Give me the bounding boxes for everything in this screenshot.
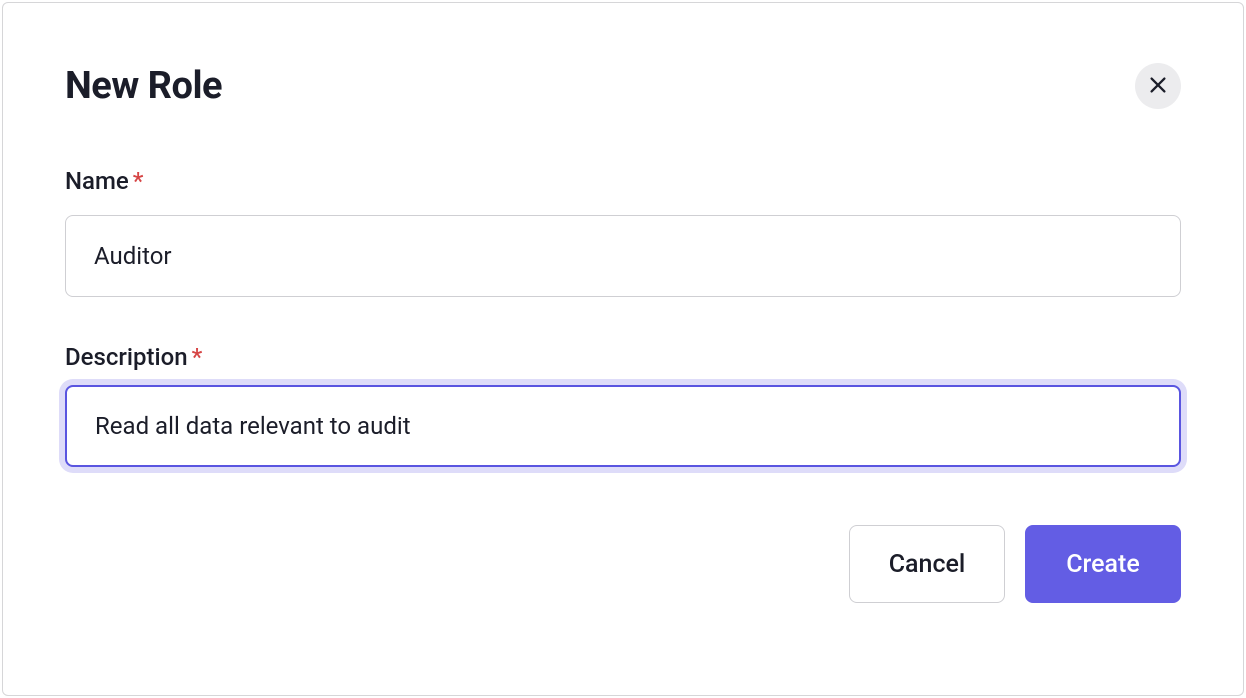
description-label-text: Description [65,343,188,371]
modal-title: New Role [65,64,222,108]
close-icon [1147,74,1169,99]
required-indicator: * [133,167,144,195]
name-input[interactable] [65,215,1181,297]
description-field-group: Description* [65,343,1181,467]
required-indicator: * [192,343,203,371]
description-input[interactable] [65,385,1181,467]
modal-header: New Role [65,63,1181,109]
name-label-text: Name [65,167,129,195]
create-button[interactable]: Create [1025,525,1181,603]
description-label: Description* [65,343,1181,371]
name-field-group: Name* [65,167,1181,297]
cancel-button[interactable]: Cancel [849,525,1005,603]
modal-footer: Cancel Create [65,525,1181,603]
name-label: Name* [65,167,1181,195]
close-button[interactable] [1135,63,1181,109]
new-role-modal: New Role Name* Description* Cancel Creat… [2,2,1244,696]
